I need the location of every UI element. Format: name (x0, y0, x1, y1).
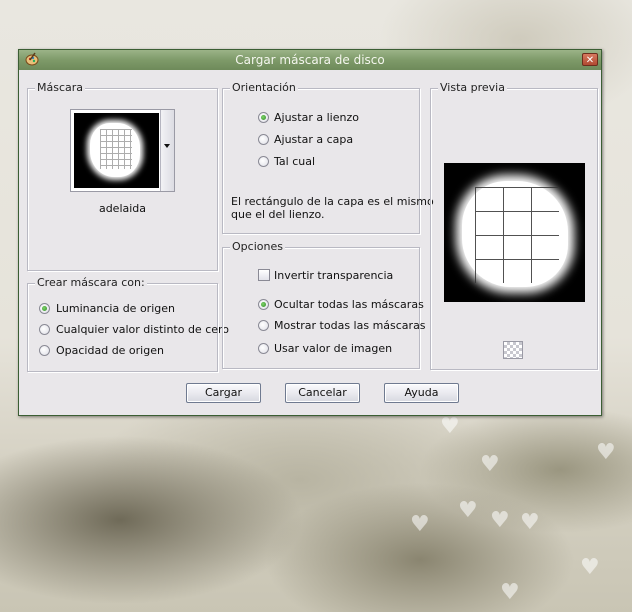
heart-decoration-icon: ♥ (440, 414, 460, 439)
mask-preview (444, 163, 585, 302)
radio-as-is[interactable] (258, 156, 269, 167)
close-icon: ✕ (585, 55, 595, 66)
title-bar[interactable]: Cargar máscara de disco ✕ (19, 50, 601, 70)
radio-use-image-value[interactable] (258, 343, 269, 354)
radio-use-image-value-label[interactable]: Usar valor de imagen (274, 342, 392, 355)
options-group: Opciones Invertir transparencia Ocultar … (222, 240, 426, 369)
radio-show-all-masks-label[interactable]: Mostrar todas las máscaras (274, 319, 426, 332)
radio-hide-all-masks[interactable] (258, 299, 269, 310)
orientation-group: Orientación Ajustar a lienzo Ajustar a c… (222, 81, 434, 234)
radio-hide-all-masks-label[interactable]: Ocultar todas las máscaras (274, 298, 424, 311)
orientation-group-label: Orientación (230, 81, 298, 94)
radio-source-opacity[interactable] (39, 345, 50, 356)
invert-transparency-checkbox[interactable] (258, 269, 270, 281)
mask-thumbnail (74, 113, 159, 188)
radio-source-luminance-label[interactable]: Luminancia de origen (56, 302, 175, 315)
transparency-grid-icon[interactable] (503, 341, 523, 359)
mask-name: adelaida (98, 202, 147, 215)
create-mask-group: Crear máscara con: Luminancia de origen … (27, 276, 229, 372)
heart-decoration-icon: ♥ (520, 510, 540, 535)
preview-group-label: Vista previa (438, 81, 507, 94)
window-title: Cargar máscara de disco (235, 53, 385, 67)
heart-decoration-icon: ♥ (410, 512, 430, 537)
help-button[interactable]: Ayuda (384, 383, 459, 403)
radio-fit-layer[interactable] (258, 134, 269, 145)
load-button[interactable]: Cargar (186, 383, 261, 403)
heart-decoration-icon: ♥ (490, 508, 510, 533)
cancel-button[interactable]: Cancelar (285, 383, 360, 403)
mask-thumbnail-picker[interactable] (70, 109, 175, 192)
orientation-description-line1: El rectángulo de la capa es el mismo (231, 195, 434, 208)
mask-group: Máscara adelaida (27, 81, 218, 271)
paint-palette-icon (25, 52, 39, 66)
close-button[interactable]: ✕ (582, 53, 598, 66)
mask-group-label: Máscara (35, 81, 86, 94)
heart-decoration-icon: ♥ (580, 555, 600, 580)
radio-fit-canvas-label[interactable]: Ajustar a lienzo (274, 111, 359, 124)
radio-as-is-label[interactable]: Tal cual (274, 155, 315, 168)
radio-any-nonzero-label[interactable]: Cualquier valor distinto de cero (56, 323, 229, 336)
heart-decoration-icon: ♥ (500, 580, 520, 605)
load-mask-dialog: Cargar máscara de disco ✕ Máscara adelai… (18, 49, 602, 416)
radio-source-opacity-label[interactable]: Opacidad de origen (56, 344, 164, 357)
dropdown-arrow-icon (164, 144, 170, 148)
radio-source-luminance[interactable] (39, 303, 50, 314)
radio-any-nonzero[interactable] (39, 324, 50, 335)
radio-fit-layer-label[interactable]: Ajustar a capa (274, 133, 353, 146)
create-mask-group-label: Crear máscara con: (35, 276, 147, 289)
options-group-label: Opciones (230, 240, 285, 253)
heart-decoration-icon: ♥ (458, 498, 478, 523)
heart-decoration-icon: ♥ (480, 452, 500, 477)
preview-group: Vista previa (430, 81, 598, 370)
radio-show-all-masks[interactable] (258, 320, 269, 331)
orientation-description-line2: que el del lienzo. (231, 208, 325, 221)
radio-fit-canvas[interactable] (258, 112, 269, 123)
mask-dropdown-button[interactable] (160, 110, 174, 191)
invert-transparency-label[interactable]: Invertir transparencia (274, 269, 393, 282)
heart-decoration-icon: ♥ (596, 440, 616, 465)
